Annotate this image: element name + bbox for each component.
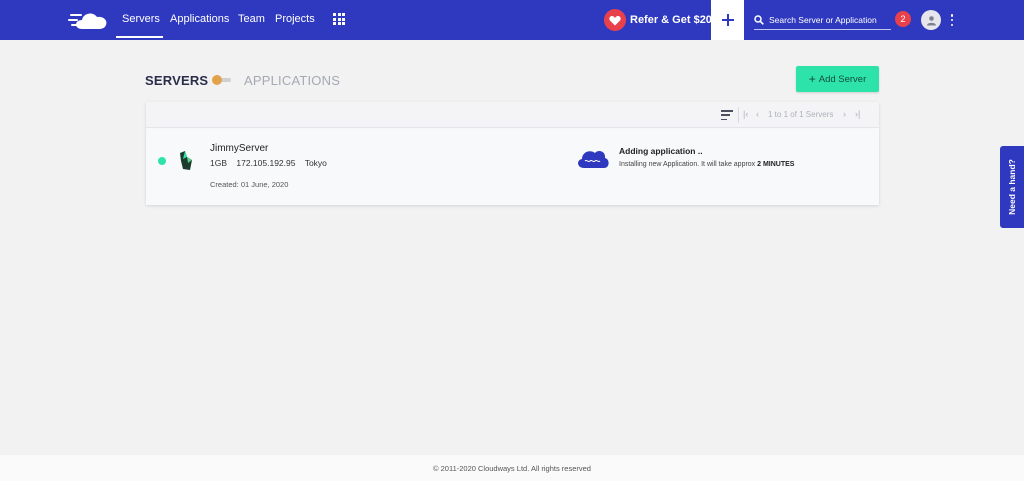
server-provider-icon — [180, 151, 192, 170]
server-size: 1GB — [210, 158, 228, 168]
list-toolbar: |‹ ‹ 1 to 1 of 1 Servers › ›| — [146, 102, 879, 128]
view-toggle[interactable] — [212, 75, 232, 85]
add-new-button[interactable] — [711, 0, 744, 40]
add-server-label: Add Server — [818, 73, 867, 85]
footer: © 2011-2020 Cloudways Ltd. All rights re… — [0, 455, 1024, 481]
pagination-text: 1 to 1 of 1 Servers — [768, 110, 834, 119]
first-page-icon[interactable]: |‹ — [743, 109, 748, 119]
status-dot — [158, 157, 166, 165]
refer-button[interactable]: Refer & Get $20 — [604, 9, 712, 31]
cloud-activity-icon — [578, 150, 609, 168]
server-row[interactable]: JimmyServer 1GB 172.105.192.95 Tokyo Cre… — [146, 129, 879, 205]
activity-title: Adding application .. — [619, 146, 703, 156]
server-name[interactable]: JimmyServer — [210, 143, 268, 154]
apps-grid-icon[interactable] — [333, 13, 345, 25]
help-label: Need a hand? — [1007, 159, 1018, 215]
need-a-hand-tab[interactable]: Need a hand? — [1000, 146, 1024, 228]
plus-icon — [721, 14, 734, 26]
search-placeholder: Search Server or Application — [769, 15, 877, 25]
prev-page-icon[interactable]: ‹ — [756, 109, 759, 119]
top-navbar: Servers Applications Team Projects Refer… — [0, 0, 1024, 40]
server-meta: 1GB 172.105.192.95 Tokyo — [210, 158, 334, 168]
notification-badge[interactable]: 2 — [895, 11, 911, 27]
applications-heading[interactable]: APPLICATIONS — [244, 73, 340, 88]
user-avatar[interactable] — [921, 10, 941, 30]
add-server-button[interactable]: + Add Server — [796, 66, 879, 92]
nav-active-indicator — [116, 36, 163, 38]
nav-team[interactable]: Team — [238, 13, 265, 25]
heart-icon — [604, 9, 626, 31]
activity-eta: 2 MINUTES — [757, 161, 795, 168]
kebab-menu-icon[interactable] — [950, 14, 954, 26]
copyright-text: © 2011-2020 Cloudways Ltd. All rights re… — [433, 463, 591, 473]
divider — [738, 107, 739, 123]
server-list-card: |‹ ‹ 1 to 1 of 1 Servers › ›| JimmyServe… — [146, 102, 879, 205]
search-input[interactable]: Search Server or Application — [754, 11, 891, 30]
cloudways-logo-icon[interactable] — [68, 8, 110, 32]
server-ip: 172.105.192.95 — [236, 158, 296, 168]
search-icon — [754, 15, 764, 25]
servers-heading[interactable]: SERVERS — [145, 73, 208, 88]
activity-desc-text: Installing new Application. It will take… — [619, 161, 756, 168]
plus-icon: + — [808, 72, 816, 86]
server-location: Tokyo — [304, 158, 327, 168]
nav-applications[interactable]: Applications — [170, 13, 229, 25]
nav-projects[interactable]: Projects — [275, 13, 315, 25]
server-created-date: Created: 01 June, 2020 — [210, 180, 289, 189]
sort-icon[interactable] — [721, 110, 733, 120]
next-page-icon[interactable]: › — [843, 109, 846, 119]
activity-description: Installing new Application. It will take… — [619, 161, 794, 168]
refer-label: Refer & Get $20 — [630, 14, 712, 26]
user-icon — [926, 15, 936, 25]
last-page-icon[interactable]: ›| — [855, 109, 860, 119]
nav-servers[interactable]: Servers — [122, 13, 160, 25]
